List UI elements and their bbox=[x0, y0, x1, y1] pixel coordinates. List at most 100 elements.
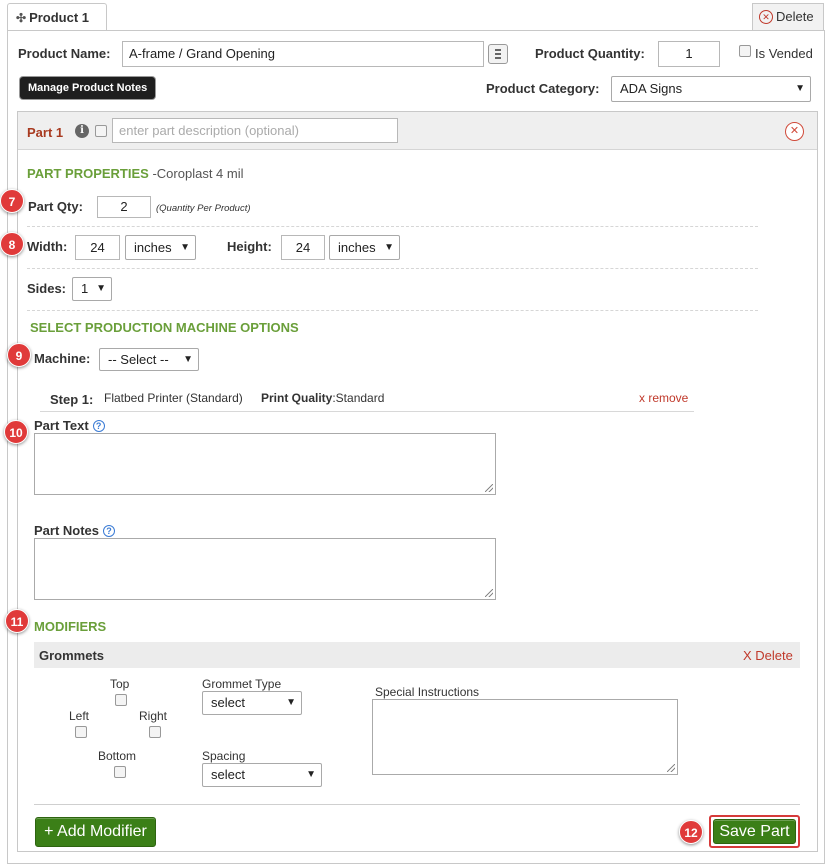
add-modifier-button[interactable]: + Add Modifier bbox=[35, 817, 156, 847]
step-badge-9: 9 bbox=[7, 343, 31, 367]
print-quality-value: :Standard bbox=[332, 391, 385, 405]
part-material: -Coroplast 4 mil bbox=[152, 166, 244, 181]
grommet-bottom-label: Bottom bbox=[98, 749, 137, 763]
resize-grip-icon[interactable] bbox=[485, 589, 493, 597]
close-circle-icon: ✕ bbox=[759, 10, 773, 24]
chevron-down-icon: ▼ bbox=[384, 242, 394, 253]
save-part-highlight: Save Part bbox=[709, 815, 800, 848]
part-notes-textarea[interactable] bbox=[34, 538, 496, 600]
product-quantity-input[interactable]: 1 bbox=[658, 41, 720, 67]
is-vended-checkbox[interactable] bbox=[739, 45, 751, 57]
divider bbox=[34, 804, 800, 805]
remove-part-icon[interactable]: ✕ bbox=[785, 122, 804, 141]
grommet-right-checkbox[interactable] bbox=[149, 726, 161, 738]
step-badge-10: 10 bbox=[4, 420, 28, 444]
machine-select[interactable]: -- Select -- ▼ bbox=[99, 348, 199, 371]
print-quality-label: Print Quality bbox=[261, 391, 333, 405]
print-quality: Print Quality:Standard bbox=[261, 391, 384, 405]
product-tab[interactable]: ✣ Product 1 bbox=[7, 3, 107, 30]
grommet-type-label: Grommet Type bbox=[202, 677, 282, 691]
chevron-down-icon: ▼ bbox=[286, 697, 296, 708]
machine-options-heading: SELECT PRODUCTION MACHINE OPTIONS bbox=[30, 320, 299, 335]
delete-product-button[interactable]: ✕ Delete bbox=[752, 3, 824, 30]
divider bbox=[27, 226, 758, 227]
grommet-left-checkbox[interactable] bbox=[75, 726, 87, 738]
part-text-textarea[interactable] bbox=[34, 433, 496, 495]
part-notes-label: Part Notes? bbox=[34, 523, 116, 538]
part-description-input[interactable]: enter part description (optional) bbox=[112, 118, 398, 143]
width-unit-select[interactable]: inches ▼ bbox=[125, 235, 196, 260]
help-icon[interactable]: ? bbox=[103, 525, 116, 537]
height-label: Height: bbox=[227, 239, 272, 254]
spacing-label: Spacing bbox=[202, 749, 246, 763]
part-properties-title: PART PROPERTIES bbox=[27, 166, 149, 181]
product-quantity-label: Product Quantity: bbox=[535, 46, 645, 61]
save-part-button[interactable]: Save Part bbox=[713, 819, 796, 844]
part-notes-label-text: Part Notes bbox=[34, 523, 100, 538]
resize-grip-icon[interactable] bbox=[485, 484, 493, 492]
part-text-label-text: Part Text bbox=[34, 418, 89, 433]
chevron-down-icon: ▼ bbox=[183, 354, 193, 365]
product-category-label: Product Category: bbox=[486, 81, 600, 96]
sides-value: 1 bbox=[81, 281, 89, 296]
chevron-down-icon: ▼ bbox=[180, 242, 190, 253]
machine-label: Machine: bbox=[34, 351, 91, 366]
is-vended-label: Is Vended bbox=[755, 46, 813, 61]
part-select-checkbox[interactable] bbox=[95, 125, 107, 137]
grommet-type-select[interactable]: select ▼ bbox=[202, 691, 302, 715]
machine-select-value: -- Select -- bbox=[108, 352, 169, 367]
special-instructions-label: Special Instructions bbox=[375, 685, 480, 699]
grommet-left-label: Left bbox=[69, 709, 90, 723]
step-label: Step 1: bbox=[50, 392, 94, 407]
part-qty-hint: (Quantity Per Product) bbox=[156, 203, 251, 214]
step-badge-7: 7 bbox=[0, 189, 24, 213]
part-qty-input[interactable]: 2 bbox=[97, 196, 151, 218]
product-tab-title: Product 1 bbox=[29, 10, 90, 25]
part-properties-heading: PART PROPERTIES -Coroplast 4 mil bbox=[27, 166, 244, 181]
grommets-header bbox=[34, 642, 800, 668]
spacing-value: select bbox=[211, 767, 245, 782]
height-unit-value: inches bbox=[338, 240, 376, 255]
move-icon[interactable]: ✣ bbox=[16, 11, 26, 25]
delete-modifier-link[interactable]: X Delete bbox=[743, 648, 793, 663]
product-name-menu-icon[interactable] bbox=[488, 44, 508, 64]
part-title: Part 1 bbox=[27, 125, 64, 140]
step-badge-12: 12 bbox=[679, 820, 703, 844]
height-unit-select[interactable]: inches ▼ bbox=[329, 235, 400, 260]
special-instructions-textarea[interactable] bbox=[372, 699, 678, 775]
grommet-top-label: Top bbox=[110, 677, 130, 691]
grommet-type-value: select bbox=[211, 695, 245, 710]
step-badge-8: 8 bbox=[0, 232, 24, 256]
manage-product-notes-button[interactable]: Manage Product Notes bbox=[20, 77, 156, 99]
delete-product-label: Delete bbox=[776, 9, 814, 24]
modifiers-heading: MODIFIERS bbox=[34, 619, 107, 634]
chevron-down-icon: ▼ bbox=[795, 83, 805, 94]
spacing-select[interactable]: select ▼ bbox=[202, 763, 322, 787]
step-badge-11: 11 bbox=[5, 609, 29, 633]
chevron-down-icon: ▼ bbox=[306, 769, 316, 780]
width-input[interactable]: 24 bbox=[75, 235, 120, 260]
product-name-input[interactable]: A-frame / Grand Opening bbox=[122, 41, 484, 67]
divider bbox=[27, 268, 758, 269]
width-label: Width: bbox=[27, 239, 68, 254]
product-category-select[interactable]: ADA Signs ▼ bbox=[611, 76, 811, 102]
chevron-down-icon: ▼ bbox=[96, 283, 106, 294]
divider bbox=[40, 411, 694, 412]
sides-select[interactable]: 1 ▼ bbox=[72, 277, 112, 301]
part-text-label: Part Text? bbox=[34, 418, 105, 433]
grommet-top-checkbox[interactable] bbox=[115, 694, 127, 706]
part-qty-label: Part Qty: bbox=[28, 199, 83, 214]
sides-label: Sides: bbox=[27, 281, 67, 296]
remove-step-link[interactable]: x remove bbox=[639, 391, 688, 405]
help-icon[interactable]: ? bbox=[92, 420, 105, 432]
product-category-value: ADA Signs bbox=[620, 81, 683, 96]
step-machine: Flatbed Printer (Standard) bbox=[104, 391, 243, 405]
info-icon[interactable]: i bbox=[75, 124, 89, 138]
divider bbox=[27, 310, 758, 311]
width-unit-value: inches bbox=[134, 240, 172, 255]
height-input[interactable]: 24 bbox=[281, 235, 325, 260]
product-name-label: Product Name: bbox=[18, 46, 111, 61]
grommets-title: Grommets bbox=[39, 648, 105, 663]
resize-grip-icon[interactable] bbox=[667, 764, 675, 772]
grommet-bottom-checkbox[interactable] bbox=[114, 766, 126, 778]
